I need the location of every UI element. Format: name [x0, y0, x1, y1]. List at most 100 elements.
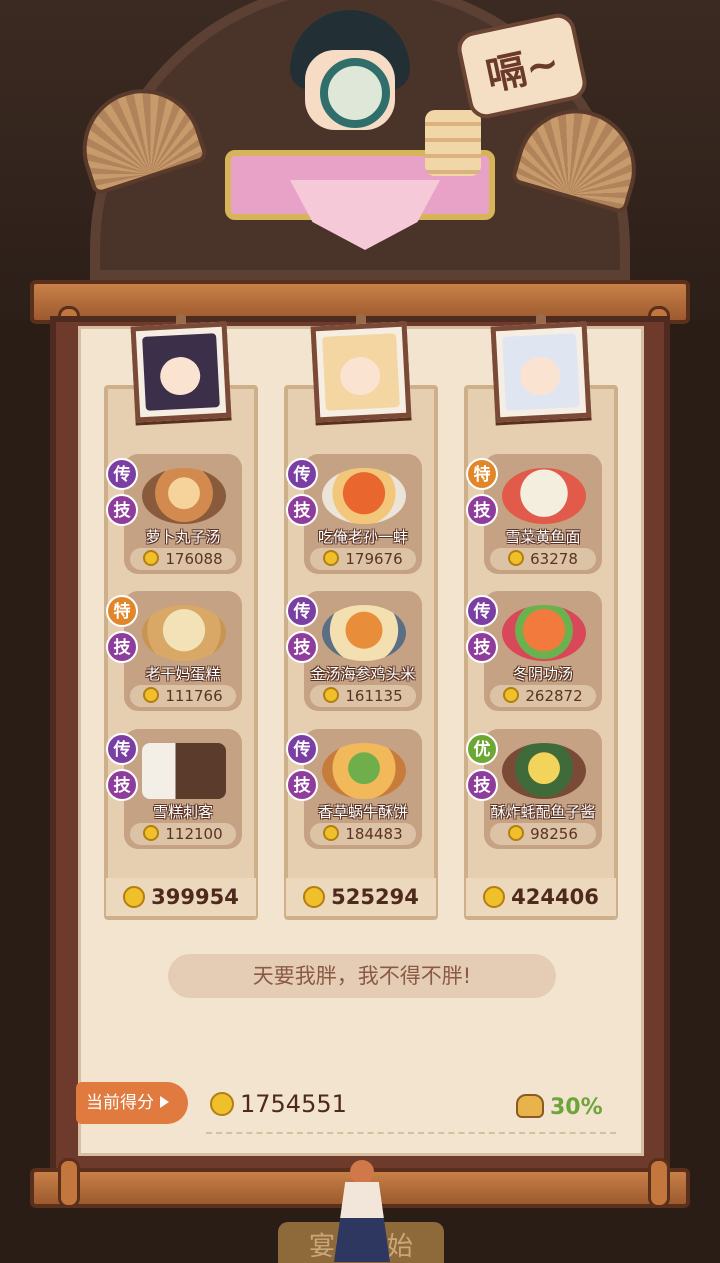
dish-icon [502, 743, 586, 799]
dish-icon [142, 743, 226, 799]
dish-score-value: 184483 [345, 825, 403, 843]
coin-icon [323, 687, 340, 703]
skill-badge: 技 [106, 631, 138, 663]
dish-card[interactable]: 雪糕刺客 112100 [124, 729, 242, 849]
current-score-tag: 当前得分 [76, 1082, 188, 1124]
dish-icon [502, 605, 586, 661]
scroll-tassel-icon [320, 1160, 404, 1263]
rank-badge: 传 [286, 595, 318, 627]
current-score-label: 当前得分 [86, 1093, 154, 1113]
coin-icon [503, 687, 520, 703]
column-total-value: 424406 [511, 885, 599, 909]
money-bag-icon [516, 1094, 544, 1118]
current-score: 1754551 [210, 1090, 347, 1118]
skill-badge: 技 [466, 631, 498, 663]
dish-score: 63278 [490, 548, 596, 570]
bun-stack [425, 110, 481, 176]
rank-badge: 传 [286, 458, 318, 490]
tassel-tail [334, 1182, 390, 1262]
bonus-indicator[interactable]: 30% [516, 1094, 603, 1120]
chef-character [280, 10, 420, 160]
dish-score: 262872 [490, 685, 596, 707]
bonus-percent: 30% [550, 1095, 603, 1120]
dish-name: 雪菜黄鱼面 [505, 528, 581, 546]
coin-icon [508, 550, 525, 566]
coin-icon [323, 550, 340, 566]
rank-badge: 传 [106, 733, 138, 765]
dish-card[interactable]: 酥炸蚝配鱼子酱 98256 [484, 729, 602, 849]
dish-icon [322, 605, 406, 661]
column-total-value: 399954 [151, 885, 239, 909]
dish-card[interactable]: 雪菜黄鱼面 63278 [484, 454, 602, 574]
dish-card[interactable]: 冬阴功汤 262872 [484, 591, 602, 711]
rank-badge: 传 [466, 595, 498, 627]
dish-card[interactable]: 吃俺老孙一蚌 179676 [304, 454, 422, 574]
dish-score-value: 98256 [530, 825, 578, 843]
dish-score-value: 161135 [345, 687, 403, 705]
dish-card[interactable]: 香草蜗牛酥饼 184483 [304, 729, 422, 849]
current-score-value: 1754551 [240, 1090, 347, 1118]
dish-name: 老干妈蛋糕 [145, 665, 221, 683]
speech-bubble-text: 嗝~ [482, 39, 564, 101]
coin-icon [143, 687, 160, 703]
dish-name: 冬阴功汤 [512, 665, 573, 683]
column-total: 399954 [106, 878, 256, 916]
dish-score: 161135 [310, 685, 416, 707]
dish-name: 酥炸蚝配鱼子酱 [490, 803, 596, 821]
dish-name: 萝卜丸子汤 [145, 528, 221, 546]
dish-score: 112100 [130, 823, 236, 845]
dish-score-value: 111766 [165, 687, 223, 705]
rail-knob-left [58, 1158, 80, 1208]
coin-icon [483, 886, 506, 908]
dish-score-value: 63278 [530, 550, 578, 568]
jade-disc-prop [320, 58, 390, 128]
skill-badge: 技 [106, 494, 138, 526]
dish-score: 179676 [310, 548, 416, 570]
coin-icon [323, 825, 340, 841]
coin-icon [123, 886, 146, 908]
dish-name: 雪糕刺客 [152, 803, 213, 821]
coin-icon [210, 1092, 234, 1116]
rail-knob-right [648, 1158, 670, 1208]
play-arrow-icon [160, 1096, 169, 1108]
coin-icon [143, 550, 160, 566]
dish-name: 金汤海参鸡头米 [310, 665, 416, 683]
dish-card[interactable]: 老干妈蛋糕 111766 [124, 591, 242, 711]
rank-badge: 特 [466, 458, 498, 490]
dish-score: 111766 [130, 685, 236, 707]
dish-icon [142, 468, 226, 524]
game-scene: 嗝~ 萝卜丸子汤 176088 传 技 老干妈蛋糕 111766 特 技 雪糕刺… [0, 0, 720, 1263]
rank-badge: 传 [106, 458, 138, 490]
skill-badge: 技 [286, 631, 318, 663]
dish-name: 香草蜗牛酥饼 [317, 803, 408, 821]
coin-icon [508, 825, 525, 841]
coin-icon [303, 886, 326, 908]
dish-card[interactable]: 金汤海参鸡头米 161135 [304, 591, 422, 711]
dish-card[interactable]: 萝卜丸子汤 176088 [124, 454, 242, 574]
skill-badge: 技 [106, 769, 138, 801]
divider [206, 1132, 616, 1134]
dish-icon [322, 743, 406, 799]
guest-portrait-2[interactable] [310, 321, 412, 423]
dish-score-value: 262872 [525, 687, 583, 705]
rank-badge: 传 [286, 733, 318, 765]
guest-portrait-1[interactable] [130, 321, 232, 423]
column-total: 424406 [466, 878, 616, 916]
skill-badge: 技 [466, 494, 498, 526]
guest-portrait-3[interactable] [490, 321, 592, 423]
dish-icon [322, 468, 406, 524]
dish-score-value: 179676 [345, 550, 403, 568]
column-total: 525294 [286, 878, 436, 916]
tassel-knot [350, 1160, 374, 1184]
skill-badge: 技 [286, 494, 318, 526]
dish-score-value: 176088 [165, 550, 223, 568]
dish-score: 176088 [130, 548, 236, 570]
column-total-value: 525294 [331, 885, 419, 909]
skill-badge: 技 [286, 769, 318, 801]
dish-icon [502, 468, 586, 524]
coin-icon [143, 825, 160, 841]
skill-badge: 技 [466, 769, 498, 801]
dish-score-value: 112100 [165, 825, 223, 843]
dish-score: 98256 [490, 823, 596, 845]
dish-name: 吃俺老孙一蚌 [317, 528, 408, 546]
